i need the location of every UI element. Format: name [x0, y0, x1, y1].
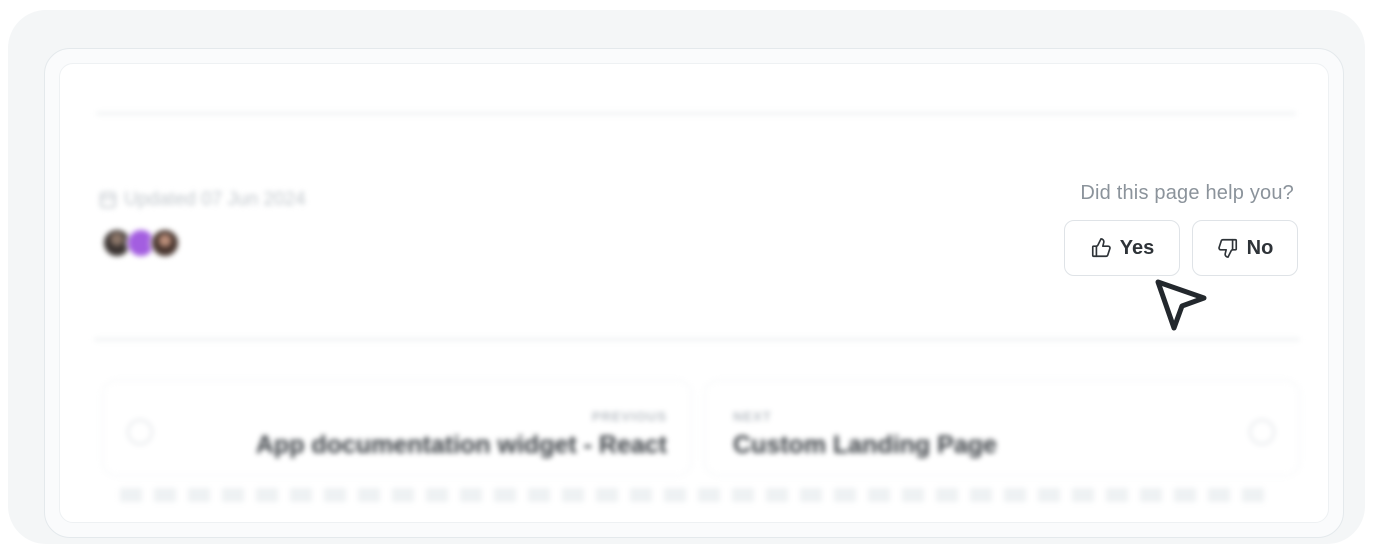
next-kicker: NEXT	[733, 409, 772, 424]
feedback-question: Did this page help you?	[1080, 182, 1294, 204]
yes-button-label: Yes	[1119, 236, 1155, 259]
top-divider	[96, 112, 1296, 115]
outer-frame: Updated 07 Jun 2024 Did this page help y…	[8, 10, 1365, 544]
bottom-fade	[120, 488, 1268, 502]
arrow-right-icon	[1249, 419, 1275, 445]
arrow-left-icon	[127, 419, 153, 445]
mouse-pointer-icon	[1155, 279, 1207, 331]
thumbs-down-icon	[1217, 238, 1237, 258]
last-updated-text: Updated 07 Jun 2024	[124, 189, 306, 210]
no-button[interactable]: No	[1192, 220, 1298, 276]
yes-button[interactable]: Yes	[1064, 220, 1180, 276]
middle-divider	[94, 338, 1300, 341]
last-updated: Updated 07 Jun 2024	[100, 189, 306, 211]
next-title: Custom Landing Page	[733, 431, 997, 459]
docs-footer-panel: Updated 07 Jun 2024 Did this page help y…	[59, 63, 1329, 523]
no-button-label: No	[1246, 236, 1274, 259]
next-page-link[interactable]: NEXT Custom Landing Page	[704, 380, 1300, 476]
avatar[interactable]	[150, 228, 180, 258]
thumbs-up-icon	[1091, 238, 1111, 258]
previous-page-link[interactable]: PREVIOUS App documentation widget - Reac…	[102, 380, 692, 476]
page-card: Updated 07 Jun 2024 Did this page help y…	[44, 48, 1344, 538]
calendar-icon	[100, 192, 116, 208]
previous-kicker: PREVIOUS	[591, 409, 667, 424]
previous-title: App documentation widget - React	[255, 431, 667, 459]
contributor-avatars[interactable]	[102, 228, 180, 258]
